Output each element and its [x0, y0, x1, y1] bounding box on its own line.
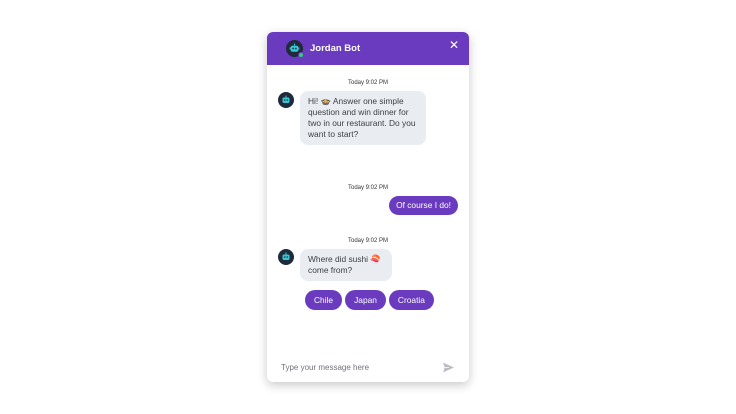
user-message-bubble: Of course I do!: [389, 196, 458, 215]
quick-replies: Chile Japan Croatia: [305, 290, 434, 310]
online-status-dot: [298, 52, 304, 58]
robot-icon: [282, 95, 290, 103]
message-input[interactable]: [281, 362, 442, 372]
quick-reply-croatia[interactable]: Croatia: [388, 290, 434, 310]
chat-window: Jordan Bot ✕ Today 9:02 PM Hi! 🍲 Answer …: [267, 32, 469, 382]
message-timestamp: Today 9:02 PM: [347, 185, 389, 191]
chat-header: Jordan Bot ✕: [267, 32, 469, 65]
message-list: Today 9:02 PM Hi! 🍲 Answer one simple qu…: [267, 65, 469, 352]
send-icon[interactable]: [442, 361, 455, 374]
quick-reply-chile[interactable]: Chile: [305, 290, 343, 310]
bot-avatar: [286, 40, 304, 58]
bot-message-bubble: Hi! 🍲 Answer one simple question and win…: [300, 91, 426, 145]
chat-title: Jordan Bot: [310, 43, 361, 54]
composer: [267, 352, 469, 382]
close-icon[interactable]: ✕: [449, 39, 459, 51]
quick-reply-japan[interactable]: Japan: [345, 290, 386, 310]
robot-icon: [282, 252, 290, 260]
message-timestamp: Today 9:02 PM: [347, 238, 389, 244]
message-timestamp: Today 9:02 PM: [347, 80, 389, 86]
bot-message-avatar: [278, 92, 294, 108]
bot-message-bubble: Where did sushi 🍣 come from?: [300, 249, 392, 281]
bot-message-avatar: [278, 249, 294, 265]
